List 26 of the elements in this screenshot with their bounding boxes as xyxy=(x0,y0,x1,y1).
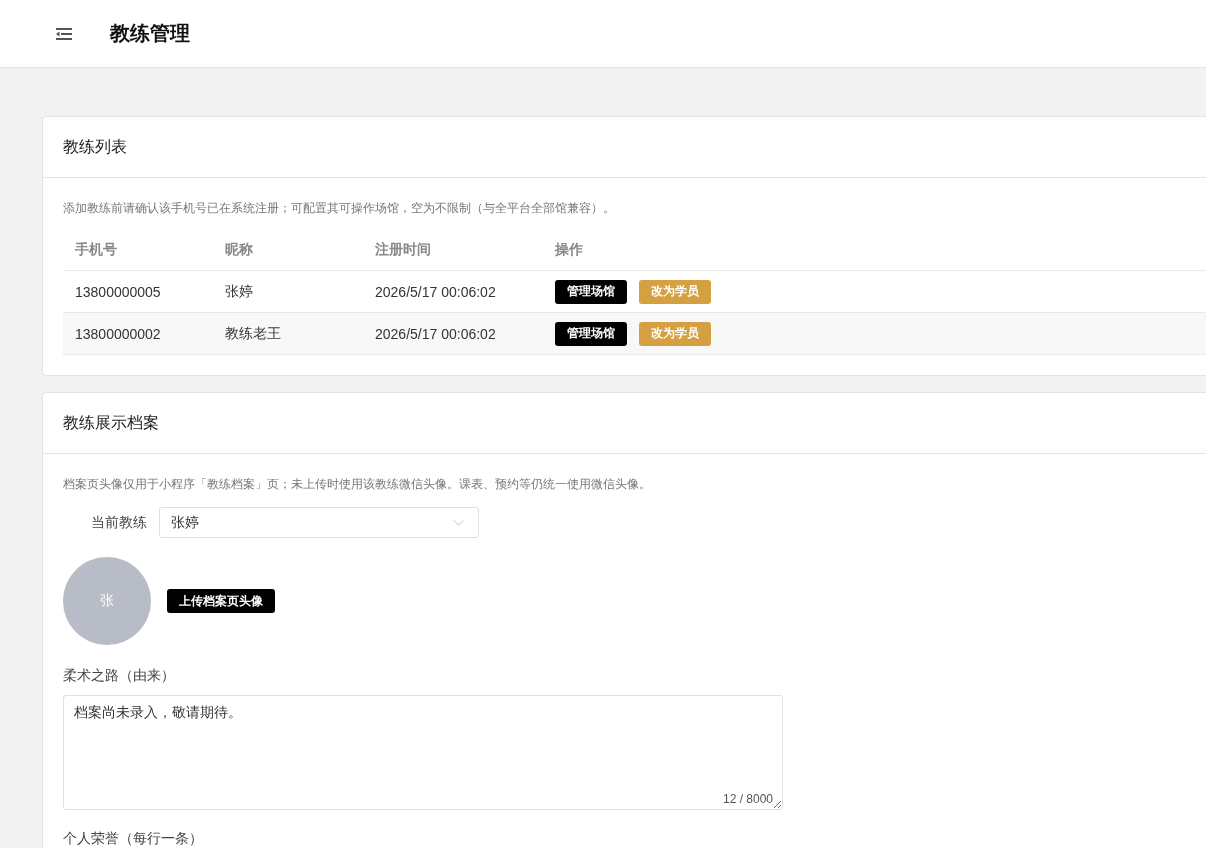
upload-avatar-button[interactable]: 上传档案页头像 xyxy=(167,589,275,613)
notice-text: 添加教练前请确认该手机号已在系统注册；可配置其可操作场馆，空为不限制（与全平台全部馆兼容）。 xyxy=(63,200,616,216)
card-title: 教练展示档案 xyxy=(63,412,159,433)
table-cell-text: 13800000005 xyxy=(74,283,162,300)
notice-text: 档案页头像仅用于小程序「教练档案」页；未上传时使用该教练微信头像。课表、预约等仍统一使用微信头像。 xyxy=(63,476,652,492)
avatar: 张 xyxy=(63,557,151,645)
column-header: 手机号 xyxy=(74,240,118,259)
page-title: 教练管理 xyxy=(110,21,190,46)
coach-select[interactable]: 张婷 xyxy=(159,507,479,538)
menu-icon[interactable] xyxy=(56,27,72,40)
column-header: 注册时间 xyxy=(374,240,432,259)
table-cell-text: 张婷 xyxy=(224,282,254,301)
column-header: 操作 xyxy=(554,240,584,259)
column-header: 昵称 xyxy=(224,240,254,259)
table-cell-text: 2026/5/17 00:06:02 xyxy=(374,283,497,300)
table-cell-text: 2026/5/17 00:06:02 xyxy=(374,325,497,342)
character-count: 12 / 8000 xyxy=(722,792,773,806)
field-label: 柔术之路（由来） xyxy=(63,666,176,684)
field-label: 当前教练 xyxy=(90,513,147,532)
field-label: 个人荣誉（每行一条） xyxy=(63,829,204,847)
card-title: 教练列表 xyxy=(63,136,127,157)
manage-venues-button[interactable]: 管理场馆 xyxy=(555,321,627,346)
table-cell-text: 13800000002 xyxy=(74,325,162,342)
chevron-down-icon xyxy=(453,519,464,526)
table-cell-text: 教练老王 xyxy=(224,324,282,343)
manage-venues-button[interactable]: 管理场馆 xyxy=(555,279,627,304)
